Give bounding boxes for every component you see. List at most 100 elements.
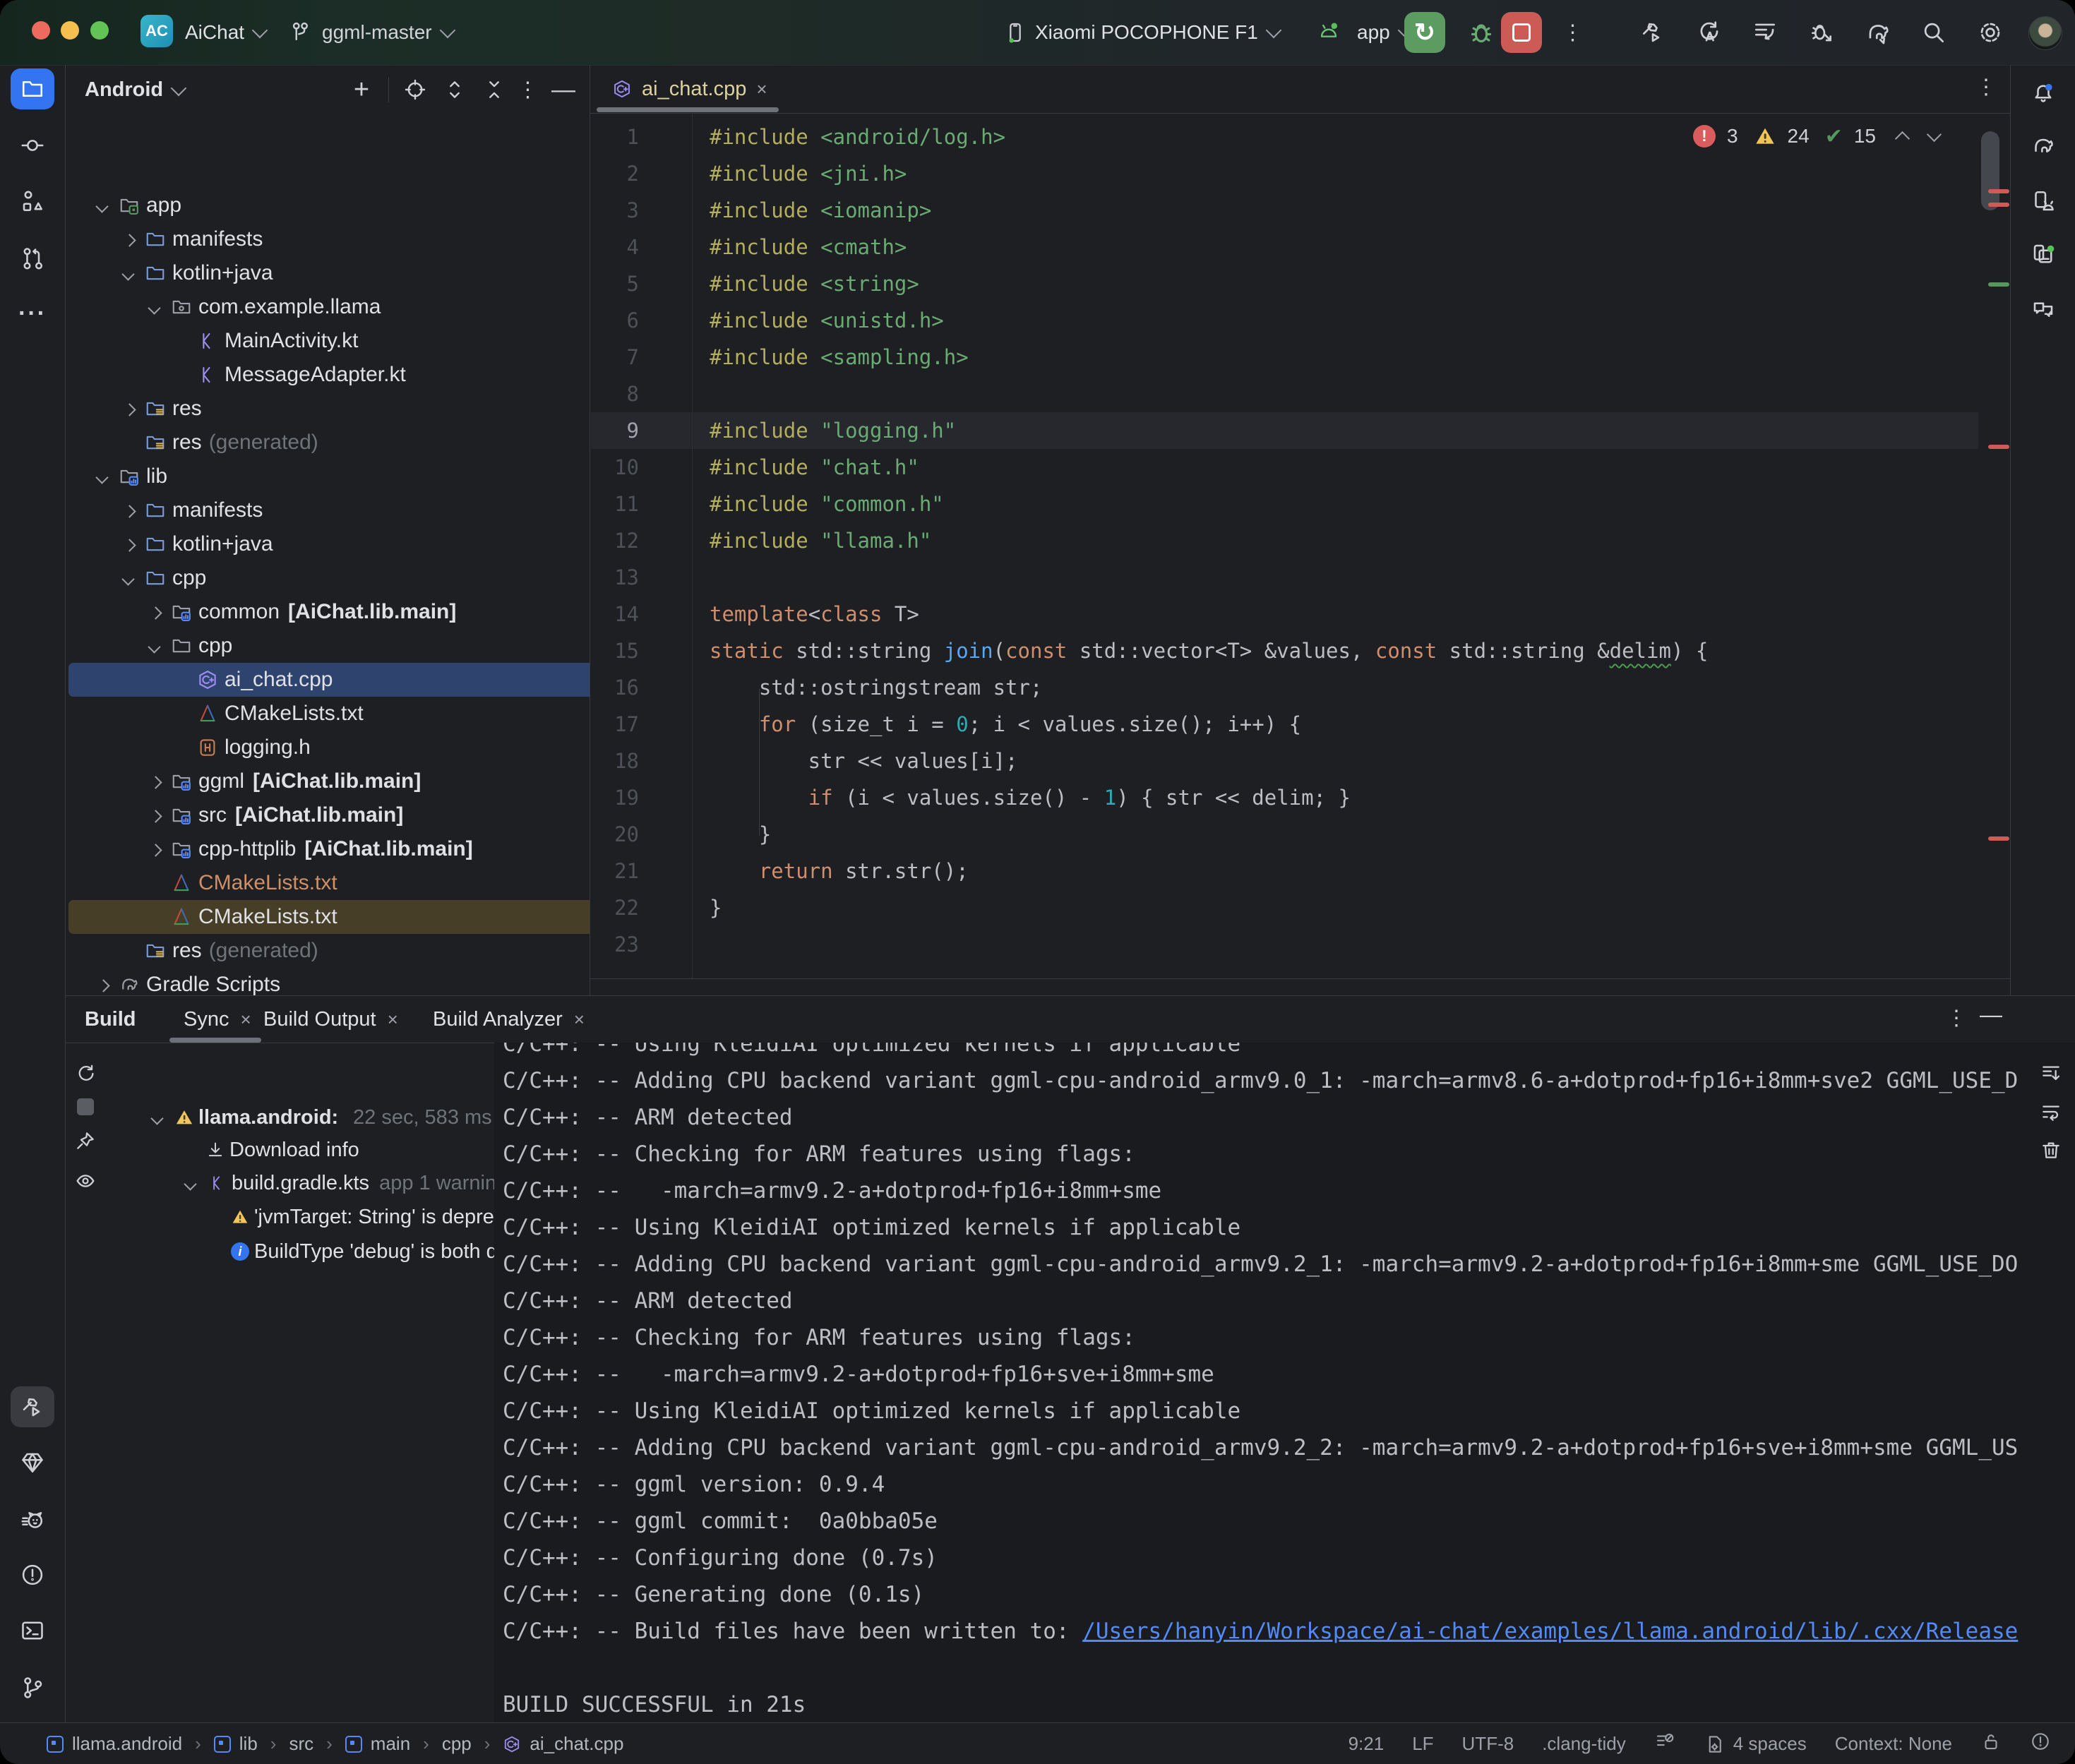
tree-item-ggml[interactable]: ggml [AiChat.lib.main] bbox=[68, 764, 590, 798]
search-icon[interactable] bbox=[1920, 18, 1948, 47]
line-number[interactable]: 6 bbox=[590, 302, 639, 339]
encoding-indicator[interactable]: UTF-8 bbox=[1462, 1733, 1514, 1755]
clear-all-icon[interactable] bbox=[2038, 1137, 2064, 1163]
line-number[interactable]: 10 bbox=[590, 449, 639, 486]
tab-build-analyzer[interactable]: Build Analyzer× bbox=[433, 996, 585, 1043]
collapse-all-icon[interactable] bbox=[482, 77, 507, 102]
editor-scrollbar-thumb[interactable] bbox=[1981, 131, 1999, 210]
breadcrumb-item[interactable]: main bbox=[345, 1733, 410, 1755]
pull-requests-tool-button[interactable] bbox=[18, 244, 47, 273]
line-number[interactable]: 13 bbox=[590, 559, 639, 596]
tree-item-gradle-scripts[interactable]: Gradle Scripts bbox=[68, 968, 590, 995]
chevron-collapsed-icon[interactable] bbox=[116, 222, 141, 256]
restart-build-icon[interactable] bbox=[73, 1062, 97, 1086]
vcs-stripe-mark[interactable] bbox=[1988, 282, 2009, 287]
line-number[interactable]: 5 bbox=[590, 265, 639, 302]
line-number[interactable]: 23 bbox=[590, 926, 639, 963]
tree-item-ai-chat-cpp-selected[interactable]: ai_chat.cpp bbox=[68, 663, 590, 697]
device-selector[interactable]: Xiaomi POCOPHONE F1 bbox=[1035, 0, 1279, 65]
line-number[interactable]: 19 bbox=[590, 779, 639, 816]
formatter-icon[interactable] bbox=[1654, 1731, 1675, 1757]
indent-indicator[interactable]: 4 spaces bbox=[1704, 1733, 1807, 1755]
chevron-expanded-icon[interactable] bbox=[145, 1100, 170, 1134]
tree-item-lib-res-generated[interactable]: res (generated) bbox=[68, 934, 590, 968]
inspect-results-icon[interactable] bbox=[73, 1169, 97, 1193]
breadcrumb-item[interactable]: lib bbox=[214, 1733, 258, 1755]
build-tool-button[interactable] bbox=[11, 1386, 54, 1427]
stop-build-icon[interactable] bbox=[73, 1095, 97, 1119]
code-token[interactable]: /Users/hanyin/Workspace/ai-chat/examples… bbox=[1082, 1619, 2018, 1644]
locate-file-icon[interactable] bbox=[402, 77, 428, 102]
tree-item-messageadapter[interactable]: MessageAdapter.kt bbox=[68, 358, 590, 392]
tree-item-package[interactable]: com.example.llama bbox=[68, 290, 590, 324]
notifications-tool-button[interactable] bbox=[2028, 79, 2058, 109]
hide-panel-icon[interactable]: — bbox=[1980, 1002, 2002, 1028]
editor-options-icon[interactable]: ⋮ bbox=[1975, 75, 1997, 100]
ai-context-indicator[interactable]: Context: None bbox=[1835, 1733, 1952, 1755]
line-ending-indicator[interactable]: LF bbox=[1412, 1733, 1433, 1755]
tree-item-kotlin-java[interactable]: kotlin+java bbox=[68, 256, 590, 290]
chevron-expanded-icon[interactable] bbox=[116, 561, 141, 595]
tree-item-cmakelists-modified[interactable]: CMakeLists.txt bbox=[68, 866, 590, 900]
chevron-expanded-icon[interactable] bbox=[90, 188, 115, 222]
close-tab-icon[interactable]: × bbox=[388, 1009, 398, 1031]
line-number[interactable]: 3 bbox=[590, 192, 639, 229]
editor-area[interactable]: ai_chat.cpp × ⋮ 1 2 3 4 5 6 7 8 9 10 11 … bbox=[590, 65, 2010, 995]
build-run-icon[interactable] bbox=[1639, 18, 1667, 47]
line-number[interactable]: 18 bbox=[590, 743, 639, 779]
line-number[interactable]: 14 bbox=[590, 596, 639, 632]
add-icon[interactable]: + bbox=[349, 77, 374, 102]
line-number[interactable]: 22 bbox=[590, 889, 639, 926]
chevron-collapsed-icon[interactable] bbox=[116, 493, 141, 527]
line-number[interactable]: 12 bbox=[590, 522, 639, 559]
profiler-icon[interactable] bbox=[1751, 18, 1779, 47]
panel-options-icon[interactable]: ⋮ bbox=[515, 77, 541, 102]
structure-tool-button[interactable] bbox=[18, 186, 47, 216]
tree-item-res[interactable]: res bbox=[68, 392, 590, 426]
tab-build-output[interactable]: Build Output× bbox=[263, 996, 398, 1043]
build-tree-item-build-gradle[interactable]: build.gradle.kts app 1 warning bbox=[178, 1167, 494, 1199]
tree-item-common[interactable]: common [AiChat.lib.main] bbox=[68, 595, 590, 629]
close-window-button[interactable] bbox=[32, 21, 50, 40]
chevron-collapsed-icon[interactable] bbox=[116, 392, 141, 426]
inspections-widget[interactable]: ! 3 24 ✔ 15 bbox=[1693, 120, 1939, 152]
close-tab-icon[interactable]: × bbox=[574, 1009, 585, 1031]
apply-changes-icon[interactable] bbox=[1695, 18, 1723, 47]
version-control-tool-button[interactable] bbox=[18, 1673, 47, 1703]
more-actions-menu[interactable]: ⋮ bbox=[1559, 18, 1587, 47]
build-tree-item-root[interactable]: llama.android: fin 22 sec, 583 ms bbox=[145, 1101, 494, 1134]
build-tree-item-jvmtarget-warning[interactable]: 'jvmTarget: String' is deprec bbox=[226, 1201, 494, 1233]
breadcrumb-item[interactable]: cpp bbox=[442, 1733, 472, 1755]
chevron-collapsed-icon[interactable] bbox=[116, 527, 141, 561]
lock-icon[interactable] bbox=[1980, 1731, 2002, 1757]
user-avatar[interactable] bbox=[2028, 16, 2062, 50]
chevron-expanded-icon[interactable] bbox=[116, 256, 141, 290]
project-view-selector[interactable]: Android bbox=[85, 78, 163, 102]
error-analysis-icon[interactable] bbox=[2030, 1731, 2051, 1757]
terminal-tool-button[interactable] bbox=[18, 1616, 47, 1645]
chevron-collapsed-icon[interactable] bbox=[142, 595, 167, 629]
tree-item-lib[interactable]: lib bbox=[68, 460, 590, 493]
tree-item-app[interactable]: app bbox=[68, 188, 590, 222]
tree-item-lib-manifests[interactable]: manifests bbox=[68, 493, 590, 527]
gemini-chat-tool-button[interactable] bbox=[2028, 294, 2058, 324]
code-style-indicator[interactable]: .clang-tidy bbox=[1542, 1733, 1626, 1755]
line-number[interactable]: 8 bbox=[590, 376, 639, 412]
tree-item-manifests[interactable]: manifests bbox=[68, 222, 590, 256]
breadcrumb-item[interactable]: src bbox=[289, 1733, 313, 1755]
settings-gear-icon[interactable] bbox=[1976, 18, 2004, 47]
gradle-sync-icon[interactable] bbox=[1864, 18, 1892, 47]
build-tree-item-buildtype-info[interactable]: i BuildType 'debug' is both de bbox=[226, 1235, 494, 1268]
error-stripe-mark[interactable] bbox=[1988, 836, 2009, 841]
run-config-selector[interactable]: app bbox=[1357, 0, 1411, 65]
tree-item-cpp-httplib[interactable]: cpp-httplib [AiChat.lib.main] bbox=[68, 832, 590, 866]
device-manager-tool-button[interactable] bbox=[2028, 186, 2058, 216]
line-number[interactable]: 1 bbox=[590, 119, 639, 155]
pin-tab-icon[interactable] bbox=[73, 1129, 97, 1153]
line-number[interactable]: 21 bbox=[590, 853, 639, 889]
problems-tool-button[interactable] bbox=[18, 1560, 47, 1590]
line-number[interactable]: 11 bbox=[590, 486, 639, 522]
zoom-window-button[interactable] bbox=[90, 21, 109, 40]
tab-ai-chat-cpp[interactable]: ai_chat.cpp × bbox=[597, 65, 783, 113]
chevron-expanded-icon[interactable] bbox=[142, 629, 167, 663]
